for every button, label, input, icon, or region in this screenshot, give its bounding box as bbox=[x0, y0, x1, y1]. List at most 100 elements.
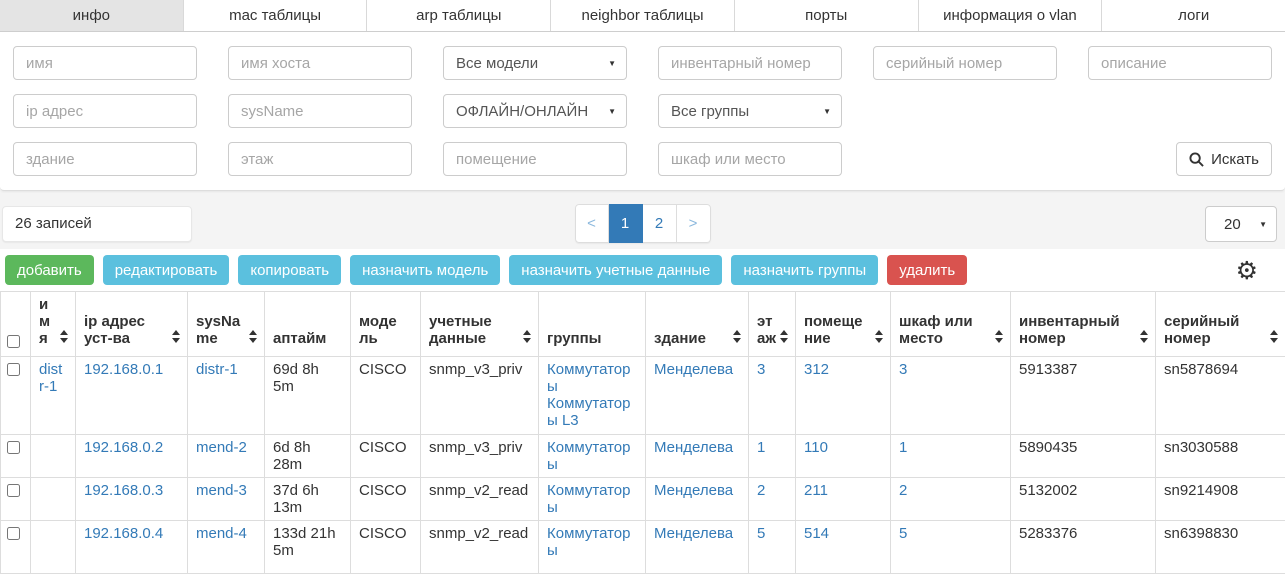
groups-select-value: Все группы bbox=[671, 103, 749, 120]
sysname-link[interactable]: mend-4 bbox=[196, 525, 247, 542]
sysname-input[interactable] bbox=[228, 94, 412, 128]
room-link[interactable]: 211 bbox=[804, 482, 828, 499]
inventory-input[interactable] bbox=[658, 46, 842, 80]
column-header-sysname[interactable]: sysName bbox=[188, 292, 265, 357]
edit-button[interactable]: редактировать bbox=[103, 255, 230, 285]
sort-icon[interactable] bbox=[995, 330, 1004, 343]
model-select[interactable]: Все модели ▼ bbox=[443, 46, 627, 80]
tab-mac-tables[interactable]: mac таблицы bbox=[184, 0, 368, 31]
add-button[interactable]: добавить bbox=[5, 255, 94, 285]
tab-arp-tables[interactable]: arp таблицы bbox=[367, 0, 551, 31]
row-checkbox[interactable] bbox=[7, 484, 20, 497]
rack-link[interactable]: 3 bbox=[899, 361, 907, 378]
sort-icon[interactable] bbox=[733, 330, 742, 343]
sort-icon[interactable] bbox=[60, 330, 69, 343]
sort-icon[interactable] bbox=[172, 330, 181, 343]
select-all-checkbox[interactable] bbox=[7, 335, 20, 348]
serial-input[interactable] bbox=[873, 46, 1057, 80]
building-link[interactable]: Менделева bbox=[654, 482, 733, 499]
column-header-rack[interactable]: шкаф или место bbox=[891, 292, 1011, 357]
column-header-serial[interactable]: серийный номер bbox=[1156, 292, 1285, 357]
group-link[interactable]: Коммутаторы bbox=[547, 439, 637, 473]
device-name-link[interactable]: distr-1 bbox=[39, 361, 62, 395]
cell-sysname: mend-3 bbox=[188, 478, 265, 521]
building-link[interactable]: Менделева bbox=[654, 439, 733, 456]
floor-link[interactable]: 2 bbox=[757, 482, 765, 499]
sysname-link[interactable]: distr-1 bbox=[196, 361, 238, 378]
sort-icon[interactable] bbox=[1270, 330, 1279, 343]
pagination-prev[interactable]: < bbox=[575, 204, 609, 243]
cell-inventory: 5913387 bbox=[1011, 357, 1156, 435]
group-link[interactable]: Коммутаторы bbox=[547, 482, 637, 516]
column-header-name[interactable]: имя bbox=[31, 292, 76, 357]
group-link[interactable]: Коммутаторы bbox=[547, 361, 637, 395]
floor-link[interactable]: 3 bbox=[757, 361, 765, 378]
sort-icon[interactable] bbox=[875, 330, 884, 343]
sort-icon[interactable] bbox=[780, 330, 789, 343]
assign-credentials-button[interactable]: назначить учетные данные bbox=[509, 255, 722, 285]
cell-inventory: 5283376 bbox=[1011, 521, 1156, 574]
ip-input[interactable] bbox=[13, 94, 197, 128]
device-ip-link[interactable]: 192.168.0.2 bbox=[84, 439, 163, 456]
building-input[interactable] bbox=[13, 142, 197, 176]
page-size-select[interactable]: 20 ▼ bbox=[1205, 206, 1277, 242]
rack-input[interactable] bbox=[658, 142, 842, 176]
group-link[interactable]: Коммутаторы bbox=[547, 525, 637, 559]
copy-button[interactable]: копировать bbox=[238, 255, 341, 285]
column-header-credentials[interactable]: учетные данные bbox=[421, 292, 539, 357]
assign-model-button[interactable]: назначить модель bbox=[350, 255, 500, 285]
cell-building: Менделева bbox=[646, 435, 749, 478]
room-link[interactable]: 312 bbox=[804, 361, 829, 378]
tab-vlan-info[interactable]: информация о vlan bbox=[919, 0, 1103, 31]
tab-neighbor-tables[interactable]: neighbor таблицы bbox=[551, 0, 735, 31]
delete-button[interactable]: удалить bbox=[887, 255, 967, 285]
row-checkbox[interactable] bbox=[7, 441, 20, 454]
pagination-next[interactable]: > bbox=[677, 204, 711, 243]
room-link[interactable]: 514 bbox=[804, 525, 829, 542]
column-header-room[interactable]: помещение bbox=[796, 292, 891, 357]
column-header-floor[interactable]: этаж bbox=[749, 292, 796, 357]
gear-icon[interactable]: ⚙ bbox=[1236, 258, 1258, 283]
name-input[interactable] bbox=[13, 46, 197, 80]
group-link[interactable]: Коммутаторы L3 bbox=[547, 395, 637, 429]
column-header-inventory[interactable]: инвентарный номер bbox=[1011, 292, 1156, 357]
row-checkbox[interactable] bbox=[7, 363, 20, 376]
search-button[interactable]: Искать bbox=[1176, 142, 1272, 176]
sysname-link[interactable]: mend-2 bbox=[196, 439, 247, 456]
sort-icon[interactable] bbox=[1140, 330, 1149, 343]
tab-ports[interactable]: порты bbox=[735, 0, 919, 31]
column-header-ip[interactable]: ip адрес уст-ва bbox=[76, 292, 188, 357]
building-link[interactable]: Менделева bbox=[654, 361, 733, 378]
status-select[interactable]: ОФЛАЙН/ОНЛАЙН ▼ bbox=[443, 94, 627, 128]
description-input[interactable] bbox=[1088, 46, 1272, 80]
building-link[interactable]: Менделева bbox=[654, 525, 733, 542]
tab-info[interactable]: инфо bbox=[0, 0, 184, 31]
column-header-building[interactable]: здание bbox=[646, 292, 749, 357]
device-ip-link[interactable]: 192.168.0.1 bbox=[84, 361, 163, 378]
floor-link[interactable]: 1 bbox=[757, 439, 765, 456]
groups-select[interactable]: Все группы ▼ bbox=[658, 94, 842, 128]
cell-sysname: mend-4 bbox=[188, 521, 265, 574]
rack-link[interactable]: 5 bbox=[899, 525, 907, 542]
tab-logs[interactable]: логи bbox=[1102, 0, 1285, 31]
floor-input[interactable] bbox=[228, 142, 412, 176]
chevron-down-icon: ▼ bbox=[608, 107, 616, 116]
sysname-link[interactable]: mend-3 bbox=[196, 482, 247, 499]
room-link[interactable]: 110 bbox=[804, 439, 828, 456]
assign-groups-button[interactable]: назначить группы bbox=[731, 255, 878, 285]
device-ip-link[interactable]: 192.168.0.4 bbox=[84, 525, 163, 542]
rack-link[interactable]: 1 bbox=[899, 439, 907, 456]
sort-icon[interactable] bbox=[249, 330, 258, 343]
rack-link[interactable]: 2 bbox=[899, 482, 907, 499]
column-header-model: модель bbox=[351, 292, 421, 357]
pagination-page-2[interactable]: 2 bbox=[643, 204, 677, 243]
hostname-input[interactable] bbox=[228, 46, 412, 80]
device-ip-link[interactable]: 192.168.0.3 bbox=[84, 482, 163, 499]
sort-icon[interactable] bbox=[523, 330, 532, 343]
tab-bar: инфо mac таблицы arp таблицы neighbor та… bbox=[0, 0, 1285, 32]
floor-link[interactable]: 5 bbox=[757, 525, 765, 542]
cell-uptime: 37d 6h 13m bbox=[265, 478, 351, 521]
room-input[interactable] bbox=[443, 142, 627, 176]
row-checkbox[interactable] bbox=[7, 527, 20, 540]
pagination-page-1[interactable]: 1 bbox=[609, 204, 643, 243]
